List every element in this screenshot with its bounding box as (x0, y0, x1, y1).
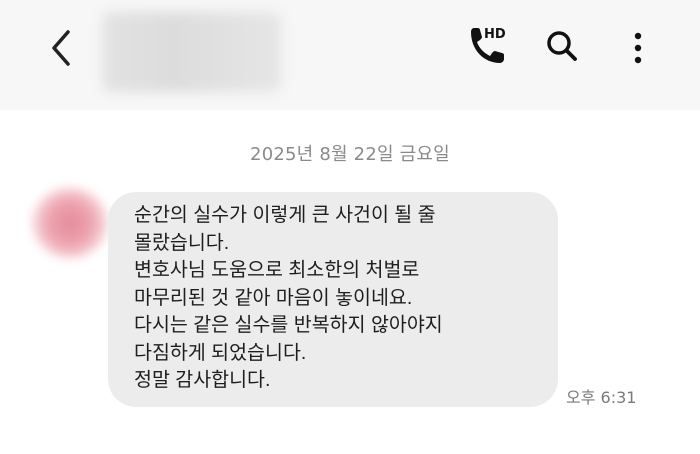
vertical-dots-icon (634, 32, 642, 64)
phone-hd-icon: HD (471, 27, 506, 63)
back-button[interactable] (44, 28, 80, 68)
hd-voice-call-button[interactable]: HD (466, 22, 514, 68)
message-timestamp: 오후 6:31 (566, 388, 637, 407)
more-options-button[interactable] (628, 30, 648, 70)
chevron-left-icon (52, 30, 70, 66)
date-separator: 2025년 8월 22일 금요일 (250, 144, 450, 165)
hd-badge: HD (484, 27, 506, 42)
sender-avatar[interactable] (32, 188, 108, 258)
search-button[interactable] (544, 28, 580, 64)
contact-name-blurred (102, 12, 282, 92)
message-bubble[interactable]: 순간의 실수가 이렇게 큰 사건이 될 줄 몰랐습니다. 변호사님 도움으로 최… (108, 192, 558, 407)
search-icon (547, 31, 577, 61)
chat-header: HD (0, 0, 700, 110)
